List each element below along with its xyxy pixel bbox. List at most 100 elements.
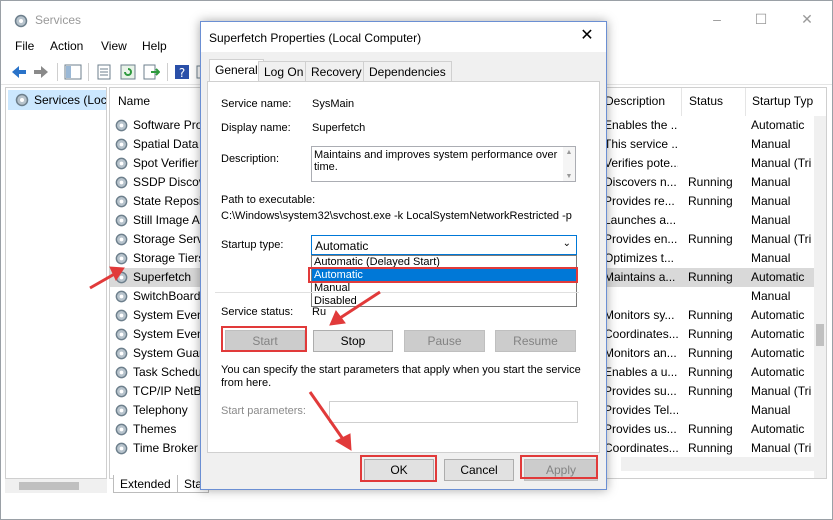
gear-icon [115,423,128,436]
startup-type-dropdown[interactable]: Automatic ⌄ [311,235,577,255]
service-status: Running [688,346,733,360]
display-name-value: Superfetch [312,122,366,134]
service-description: Discovers n... [604,175,677,189]
service-status-label: Service status: [221,306,294,318]
gear-icon [115,176,128,189]
service-name: Spot Verifier [133,156,199,170]
service-description: Enables the ... [604,118,678,132]
start-parameters-label: Start parameters: [221,405,306,417]
service-name: Task Schedul [133,365,201,379]
tree-pane: Services (Loca [5,87,107,479]
toolbar-separator [167,63,168,81]
column-header-startup-type[interactable]: Startup Typ [752,94,813,108]
service-description: Verifies pote... [604,156,678,170]
service-startup-type: Automatic [751,346,805,360]
service-name: Themes [133,422,177,436]
menu-file[interactable]: File [15,39,34,53]
maximize-button[interactable]: ☐ [751,9,771,29]
gear-icon [115,404,128,417]
description-scrollbar[interactable]: ▲ ▼ [563,147,575,181]
scrollbar-thumb[interactable] [19,482,79,490]
service-description: Maintains a... [604,270,676,284]
chevron-down-icon: ⌄ [562,238,571,249]
service-name: Still Image A [133,213,200,227]
display-name-label: Display name: [221,122,291,134]
tab-log-on[interactable]: Log On [258,61,310,81]
tab-extended[interactable]: Extended [113,475,178,493]
service-description: Provides us... [604,422,677,436]
service-startup-type: Automatic [751,327,805,341]
service-description: This service ... [604,137,678,151]
service-description: Provides Tel... [604,403,678,417]
service-startup-type: Manual [751,251,791,265]
service-description: Provides re... [604,194,675,208]
service-name: System Event [133,327,201,341]
column-divider[interactable] [681,88,682,116]
column-divider[interactable] [745,88,746,116]
description-label: Description: [221,153,280,165]
show-tree-icon[interactable] [64,63,82,81]
menu-view[interactable]: View [101,39,127,53]
export-list-icon[interactable] [142,63,160,81]
service-status: Running [688,422,733,436]
column-header-name[interactable]: Name [118,94,150,108]
minimize-button[interactable]: – [707,9,727,29]
properties-icon[interactable] [95,63,113,81]
service-description: Monitors an... [604,346,677,360]
column-header-description[interactable]: Description [605,94,665,108]
highlight-box-apply [520,455,598,479]
service-status-value: Ru [312,306,327,318]
pause-button[interactable]: Pause [404,330,485,352]
path-value: C:\Windows\system32\svchost.exe -k Local… [221,210,572,222]
service-description: Provides en... [604,232,678,246]
tab-dependencies[interactable]: Dependencies [363,61,452,81]
service-name: System Guard [133,346,201,360]
help-icon[interactable]: ? [173,63,191,81]
menu-action[interactable]: Action [50,39,83,53]
highlight-box-automatic [308,267,578,283]
path-label: Path to executable: [221,194,316,206]
gear-icon [115,290,128,303]
vertical-scrollbar[interactable] [814,116,826,478]
gear-icon [115,214,128,227]
service-name: System Event [133,308,201,322]
properties-dialog: Superfetch Properties (Local Computer) ✕… [200,21,607,490]
tree-horizontal-scrollbar[interactable] [5,479,107,493]
description-text: Maintains and improves system performanc… [311,146,576,182]
svg-text:?: ? [179,66,185,80]
close-window-button[interactable]: ✕ [797,9,817,29]
startup-type-label: Startup type: [221,239,284,251]
service-status: Running [688,365,733,379]
refresh-icon[interactable] [119,63,137,81]
close-icon[interactable]: ✕ [578,27,596,45]
tab-recovery[interactable]: Recovery [305,61,368,81]
gear-icon [115,385,128,398]
gear-icon [15,93,29,107]
column-header-status[interactable]: Status [689,94,723,108]
back-arrow-icon[interactable] [10,63,28,81]
service-name-value: SysMain [312,98,355,110]
menu-help[interactable]: Help [142,39,167,53]
tree-node-services[interactable]: Services (Loca [8,90,106,110]
service-status: Running [688,232,733,246]
service-startup-type: Automatic [751,365,805,379]
option-disabled[interactable]: Disabled [312,295,576,308]
service-startup-type: Manual [751,289,791,303]
list-horizontal-scrollbar[interactable] [621,457,817,471]
cancel-button[interactable]: Cancel [444,459,514,481]
forward-arrow-icon[interactable] [32,63,50,81]
service-status: Running [688,194,733,208]
stop-button[interactable]: Stop [313,330,393,352]
divider [215,292,579,293]
gear-icon [115,157,128,170]
resume-button[interactable]: Resume [495,330,576,352]
service-startup-type: Automatic [751,308,805,322]
gear-icon [115,309,128,322]
gear-icon [115,233,128,246]
service-status: Running [688,441,733,455]
gear-icon [115,195,128,208]
tab-general[interactable]: General [209,59,264,82]
scrollbar-thumb[interactable] [816,324,824,346]
option-manual[interactable]: Manual [312,282,576,295]
start-parameters-input[interactable] [329,401,578,423]
